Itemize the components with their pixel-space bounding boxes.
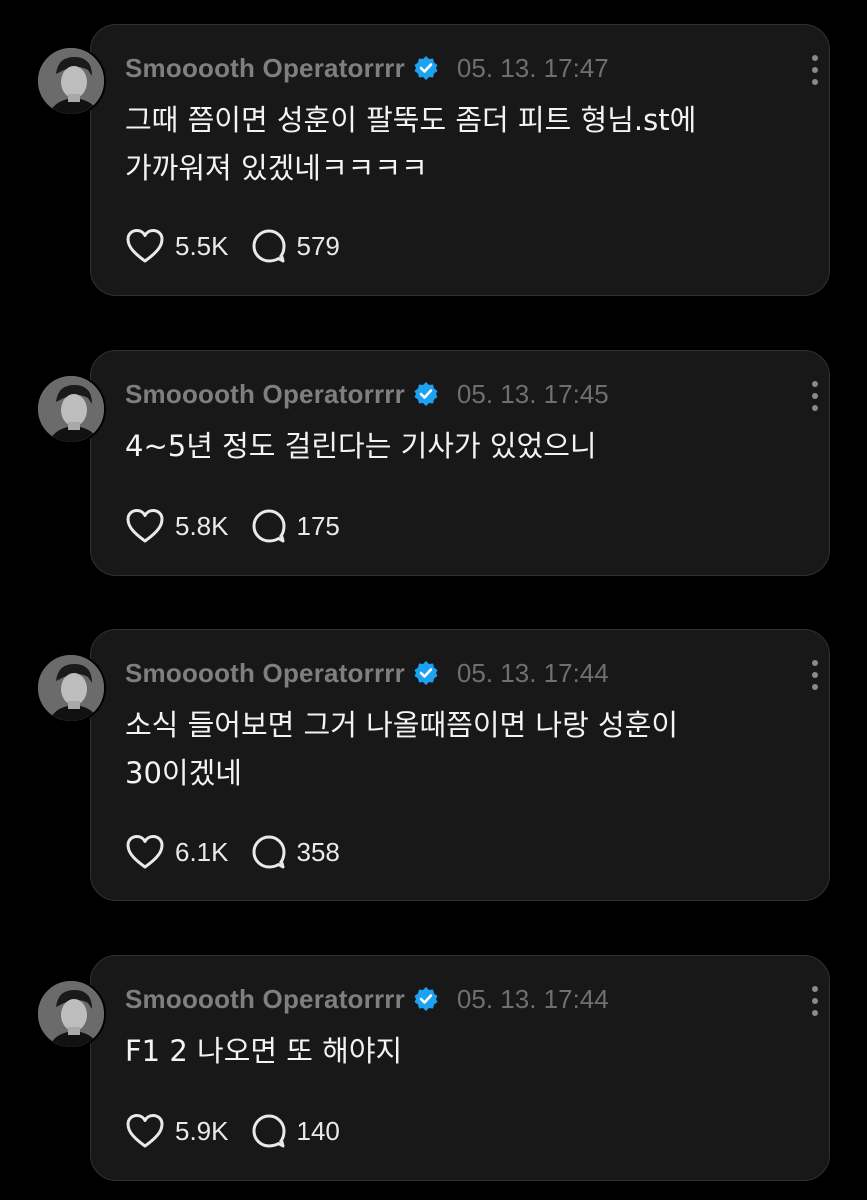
- post-header: Smooooth Operatorrrr 05. 13. 17:47: [125, 48, 609, 88]
- author-name[interactable]: Smooooth Operatorrrr: [125, 984, 405, 1015]
- post-stats: 5.5K 579: [125, 228, 362, 264]
- heart-icon: [126, 1114, 164, 1148]
- reply-count: 358: [296, 836, 340, 867]
- verified-badge-icon: [413, 55, 439, 81]
- post-text: F1 2 나오면 또 해야지: [125, 1027, 785, 1075]
- reply-button[interactable]: 358: [251, 834, 340, 870]
- heart-icon: [126, 509, 164, 543]
- like-count: 5.9K: [175, 1115, 229, 1146]
- post-text: 4~5년 정도 걸린다는 기사가 있었으니: [125, 422, 785, 470]
- like-count: 6.1K: [175, 836, 229, 867]
- post-header: Smooooth Operatorrrr 05. 13. 17:44: [125, 653, 609, 693]
- post-text-line: 4~5년 정도 걸린다는 기사가 있었으니: [125, 429, 597, 463]
- verified-badge-icon: [413, 660, 439, 686]
- like-count: 5.8K: [175, 510, 229, 541]
- post-text-line: F1 2 나오면 또 해야지: [125, 1034, 403, 1068]
- post-text-line: 그때 쯤이면 성훈이 팔뚝도 좀더 피트 형님.st에: [125, 103, 697, 137]
- post-header: Smooooth Operatorrrr 05. 13. 17:44: [125, 979, 609, 1019]
- speech-bubble-icon: [252, 1114, 285, 1148]
- heart-icon: [126, 229, 164, 263]
- more-vertical-icon[interactable]: [807, 660, 823, 690]
- like-button[interactable]: 6.1K: [125, 834, 229, 870]
- more-vertical-icon[interactable]: [807, 381, 823, 411]
- post-stats: 5.8K 175: [125, 508, 362, 544]
- author-name[interactable]: Smooooth Operatorrrr: [125, 658, 405, 689]
- post-stats: 5.9K 140: [125, 1113, 362, 1149]
- author-name[interactable]: Smooooth Operatorrrr: [125, 53, 405, 84]
- verified-badge-icon: [413, 381, 439, 407]
- avatar[interactable]: [36, 979, 106, 1049]
- reply-count: 579: [296, 230, 340, 261]
- reply-button[interactable]: 140: [251, 1113, 340, 1149]
- more-vertical-icon[interactable]: [807, 986, 823, 1016]
- post-text: 소식 들어보면 그거 나올때쯤이면 나랑 성훈이 30이겠네: [125, 701, 785, 797]
- reply-count: 175: [296, 510, 340, 541]
- avatar[interactable]: [36, 374, 106, 444]
- verified-badge-icon: [413, 986, 439, 1012]
- like-count: 5.5K: [175, 230, 229, 261]
- post-text-line: 30이겠네: [125, 756, 242, 790]
- post-timestamp: 05. 13. 17:45: [456, 378, 609, 409]
- like-button[interactable]: 5.8K: [125, 508, 229, 544]
- speech-bubble-icon: [252, 509, 285, 543]
- post-header: Smooooth Operatorrrr 05. 13. 17:45: [125, 374, 609, 414]
- post-timestamp: 05. 13. 17:44: [456, 983, 609, 1014]
- post-timestamp: 05. 13. 17:44: [456, 657, 609, 688]
- reply-count: 140: [296, 1115, 340, 1146]
- like-button[interactable]: 5.5K: [125, 228, 229, 264]
- post-text-line: 소식 들어보면 그거 나올때쯤이면 나랑 성훈이: [125, 708, 679, 742]
- post-timestamp: 05. 13. 17:47: [456, 52, 609, 83]
- reply-button[interactable]: 175: [251, 508, 340, 544]
- speech-bubble-icon: [252, 229, 285, 263]
- author-name[interactable]: Smooooth Operatorrrr: [125, 379, 405, 410]
- reply-button[interactable]: 579: [251, 228, 340, 264]
- speech-bubble-icon: [252, 835, 285, 869]
- more-vertical-icon[interactable]: [807, 55, 823, 85]
- avatar[interactable]: [36, 46, 106, 116]
- like-button[interactable]: 5.9K: [125, 1113, 229, 1149]
- avatar[interactable]: [36, 653, 106, 723]
- post-stats: 6.1K 358: [125, 834, 362, 870]
- post-text: 그때 쯤이면 성훈이 팔뚝도 좀더 피트 형님.st에 가까워져 있겠네ㅋㅋㅋㅋ: [125, 96, 785, 192]
- heart-icon: [126, 835, 164, 869]
- post-text-line: 가까워져 있겠네ㅋㅋㅋㅋ: [125, 151, 428, 185]
